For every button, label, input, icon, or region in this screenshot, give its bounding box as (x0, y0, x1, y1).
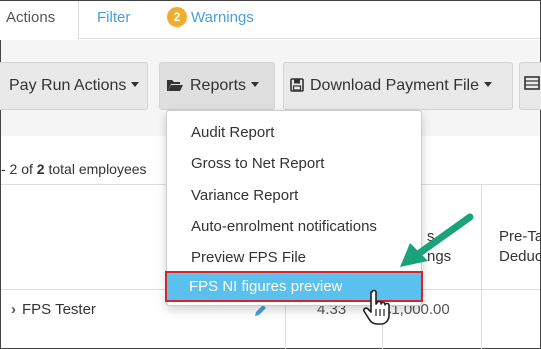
annotation-arrow-icon (396, 211, 476, 276)
menu-item-auto-enrolment-notifications[interactable]: Auto-enrolment notifications (167, 211, 421, 242)
tab-filter-label: Filter (97, 9, 131, 26)
tab-bar: Actions Filter 2 Warnings (0, 1, 540, 40)
employee-count-summary: - 2 of 2 total employees (1, 161, 147, 177)
download-payment-file-label: Download Payment File (310, 77, 479, 94)
employee-name: FPS Tester (22, 301, 96, 318)
menu-item-variance-report[interactable]: Variance Report (167, 180, 421, 211)
tab-filter[interactable]: Filter (87, 1, 140, 39)
more-toolbar-button[interactable] (519, 62, 541, 110)
pay-run-actions-button[interactable]: Pay Run Actions (0, 62, 148, 110)
pay-run-actions-label: Pay Run Actions (9, 77, 127, 94)
save-icon (290, 65, 304, 111)
folder-open-icon (166, 65, 184, 111)
summary-suffix: total employees (44, 161, 147, 177)
edit-icon[interactable] (253, 304, 267, 323)
download-payment-file-button[interactable]: Download Payment File (283, 62, 513, 110)
table-icon (524, 76, 540, 94)
column-divider (481, 184, 482, 349)
menu-item-preview-fps-file[interactable]: Preview FPS File (167, 242, 421, 273)
chevron-down-icon (483, 82, 492, 87)
menu-item-gross-to-net-report[interactable]: Gross to Net Report (167, 148, 421, 179)
hand-cursor-icon (363, 289, 393, 332)
chevron-down-icon (251, 82, 260, 87)
chevron-down-icon (131, 82, 140, 87)
tab-actions-label: Actions (6, 9, 56, 26)
reports-button[interactable]: Reports (159, 62, 275, 110)
menu-item-audit-report[interactable]: Audit Report (167, 117, 421, 148)
tab-actions[interactable]: Actions (0, 1, 79, 40)
tab-warnings[interactable]: 2 Warnings (157, 1, 264, 39)
summary-prefix: - 2 of (1, 161, 37, 177)
chevron-right-icon[interactable]: › (11, 301, 16, 318)
reports-label: Reports (190, 77, 247, 94)
column-header-pretax-deductions[interactable]: Pre-Ta Deduc (499, 227, 541, 267)
tab-warnings-label: Warnings (191, 9, 254, 26)
table-row[interactable]: › FPS Tester (11, 301, 96, 318)
warnings-count-badge: 2 (167, 7, 187, 27)
summary-count: 2 (36, 161, 45, 177)
reports-dropdown-menu: Audit Report Gross to Net Report Varianc… (165, 110, 423, 306)
